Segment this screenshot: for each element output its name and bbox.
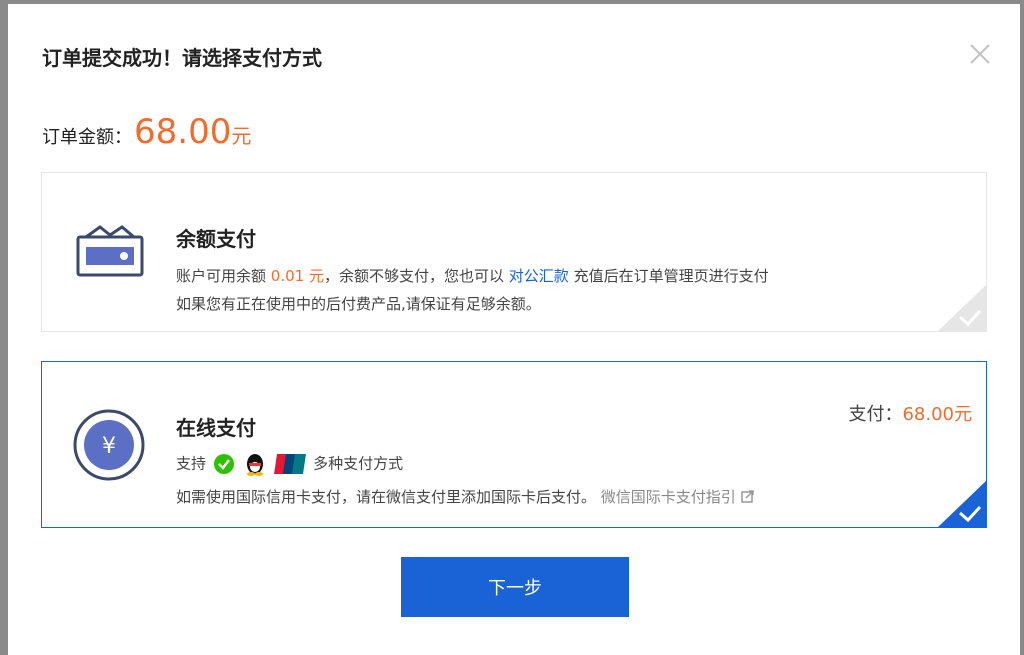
order-amount-unit: 元 [231,124,252,148]
unselected-check-icon [938,285,986,331]
order-amount: 订单金额： 68.00 元 [42,112,251,152]
postpaid-notice: 如果您有正在使用中的后付费产品,请保证有足够余额。 [176,295,541,313]
pay-amount-value: 68.00元 [902,404,972,425]
wechat-intl-card-guide-link[interactable]: 微信国际卡支付指引 [601,488,754,506]
corporate-transfer-link[interactable]: 对公汇款 [509,267,569,285]
qq-pay-icon [246,454,263,476]
intl-card-note-line: 如需使用国际信用卡支付，请在微信支付里添加国际卡后支付。 微信国际卡支付指引 [176,486,754,507]
balance-text: ，余额不够支付，您也可以 [323,267,504,285]
balance-text: 充值后在订单管理页进行支付 [573,267,769,285]
online-payment-option[interactable]: ¥ 在线支付 支付：68.00元 支持 多种支付方式 如需使用国际信用卡支付，请… [41,361,987,528]
supported-methods-line: 支持 多种支付方式 [176,452,403,476]
payment-dialog: 订单提交成功！请选择支付方式 订单金额： 68.00 元 余额支付 账户可用余额… [8,4,1020,655]
methods-text: 多种支付方式 [313,454,404,473]
yuan-coin-icon: ¥ [73,409,145,481]
wallet-icon [76,225,144,277]
selected-check-icon [938,481,986,527]
balance-payment-option[interactable]: 余额支付 账户可用余额 0.01 元，余额不够支付，您也可以 对公汇款 充值后在… [41,172,987,332]
order-amount-label: 订单金额： [42,127,132,148]
balance-info-line: 账户可用余额 0.01 元，余额不够支付，您也可以 对公汇款 充值后在订单管理页… [176,265,769,286]
dialog-title: 订单提交成功！请选择支付方式 [42,46,322,70]
wechat-pay-icon [213,454,234,474]
support-label: 支持 [176,454,207,473]
svg-text:¥: ¥ [102,434,116,459]
balance-payment-title: 余额支付 [176,227,256,251]
intl-card-note: 如需使用国际信用卡支付，请在微信支付里添加国际卡后支付。 [176,488,597,506]
balance-text: 账户可用余额 [176,267,267,285]
next-step-button[interactable]: 下一步 [401,557,629,617]
external-link-icon [740,490,754,503]
available-balance: 0.01 元 [270,267,324,285]
online-payment-title: 在线支付 [176,416,256,440]
pay-amount-label: 支付： [848,404,903,425]
unionpay-icon [274,454,307,474]
pay-amount: 支付：68.00元 [848,400,972,426]
guide-link-label: 微信国际卡支付指引 [600,488,736,506]
order-amount-value: 68.00 [134,112,232,152]
close-icon[interactable] [966,40,994,68]
